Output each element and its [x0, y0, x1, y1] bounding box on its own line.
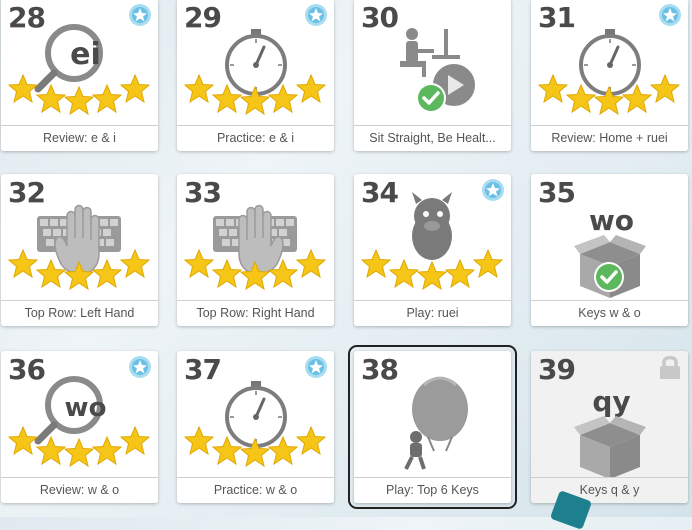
lesson-card-37[interactable]: 37 Practice: w & o	[177, 351, 334, 503]
lesson-label: Review: e & i	[1, 125, 158, 151]
star-rating	[8, 74, 150, 115]
lesson-card-33[interactable]: 33 Top Row: Right Hand	[177, 174, 334, 326]
lesson-card-30[interactable]: 30 Sit Straight, Be Healt...	[354, 0, 511, 151]
lesson-card-32[interactable]: 32 Top Row: Left Hand	[1, 174, 158, 326]
lesson-card-31[interactable]: 31 Review: Home + ruei	[531, 0, 688, 151]
lesson-card-39[interactable]: 39 qy Keys q & y	[531, 351, 688, 503]
lesson-label: Review: w & o	[1, 477, 158, 503]
lesson-label: Top Row: Left Hand	[1, 300, 158, 326]
star-rating	[184, 426, 326, 467]
lesson-card-36[interactable]: 36 wo Review: w & o	[1, 351, 158, 503]
lesson-label: Play: ruei	[354, 300, 511, 326]
lesson-center-text: ei	[70, 37, 101, 72]
lesson-card-35[interactable]: 35 wo Keys w & o	[531, 174, 688, 326]
lesson-card-34[interactable]: 34 Play: ruei	[354, 174, 511, 326]
lesson-label: Top Row: Right Hand	[177, 300, 334, 326]
star-rating	[8, 426, 150, 467]
lesson-label: Practice: w & o	[177, 477, 334, 503]
balloon-icon	[404, 376, 468, 470]
lesson-card-38[interactable]: 38 Play: Top 6 Keys	[348, 345, 517, 509]
posture-video-icon	[400, 28, 477, 115]
box-icon	[574, 235, 646, 298]
star-rating	[361, 249, 503, 290]
lesson-label: Play: Top 6 Keys	[354, 477, 511, 503]
box-icon	[574, 416, 646, 479]
lesson-label: Sit Straight, Be Healt...	[354, 125, 511, 151]
lesson-label: Keys w & o	[531, 300, 688, 326]
lesson-center-text: wo	[64, 393, 107, 423]
lesson-label: Practice: e & i	[177, 125, 334, 151]
lesson-card-28[interactable]: 28 ei Review: e & i	[1, 0, 158, 151]
star-rating	[538, 74, 680, 115]
star-rating	[184, 249, 326, 290]
lesson-label: Review: Home + ruei	[531, 125, 688, 151]
lesson-card-29[interactable]: 29 Practice: e & i	[177, 0, 334, 151]
star-rating	[184, 74, 326, 115]
lesson-label: Keys q & y	[531, 477, 688, 503]
star-rating	[8, 249, 150, 290]
